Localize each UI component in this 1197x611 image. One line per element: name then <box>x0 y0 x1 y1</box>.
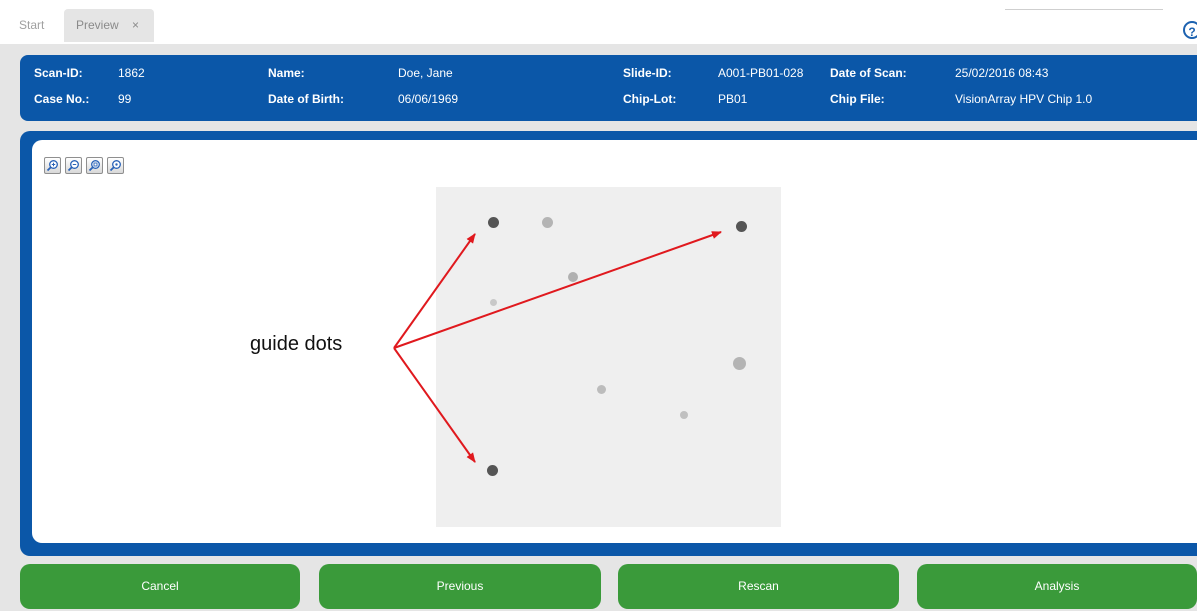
case-no-value: 99 <box>118 92 132 106</box>
scan-id-value: 1862 <box>118 66 145 80</box>
chip-lot-value: PB01 <box>718 92 748 106</box>
close-icon[interactable]: × <box>132 18 139 32</box>
tab-preview-label: Preview <box>76 18 119 32</box>
name-label: Name: <box>268 66 305 80</box>
slide-id-label: Slide-ID: <box>623 66 672 80</box>
chip-file-value: VisionArray HPV Chip 1.0 <box>955 92 1093 106</box>
guide-dots-label: guide dots <box>250 333 343 355</box>
chip-file-label: Chip File: <box>830 92 885 106</box>
arrow-to-top-right-dot <box>393 231 722 349</box>
tab-start[interactable]: Start <box>19 9 44 42</box>
analysis-button[interactable]: Analysis <box>917 564 1197 609</box>
preview-frame: guide dots <box>20 131 1197 556</box>
preview-canvas: guide dots <box>32 140 1197 543</box>
help-icon[interactable]: ? <box>1183 21 1197 39</box>
date-of-birth-label: Date of Birth: <box>268 92 344 106</box>
tab-bar: Start Preview × ? <box>0 0 1197 44</box>
slide-id-value: A001-PB01-028 <box>718 66 804 80</box>
cancel-button[interactable]: Cancel <box>20 564 300 609</box>
name-value: Doe, Jane <box>398 66 453 80</box>
arrow-to-top-left-dot <box>393 233 476 349</box>
previous-button[interactable]: Previous <box>319 564 601 609</box>
annotation-arrows <box>393 231 722 463</box>
search-field-underline <box>1005 9 1163 10</box>
date-of-birth-value: 06/06/1969 <box>398 92 459 106</box>
arrow-to-bottom-left-dot <box>393 347 476 463</box>
rescan-button[interactable]: Rescan <box>618 564 899 609</box>
case-no-label: Case No.: <box>34 92 90 106</box>
date-of-scan-value: 25/02/2016 08:43 <box>955 66 1049 80</box>
scan-id-label: Scan-ID: <box>34 66 83 80</box>
date-of-scan-label: Date of Scan: <box>830 66 907 80</box>
chip-lot-label: Chip-Lot: <box>623 92 677 106</box>
tab-preview[interactable]: Preview × <box>64 9 154 42</box>
scan-info-panel: Scan-ID: 1862 Name: Doe, Jane Slide-ID: … <box>20 55 1197 121</box>
